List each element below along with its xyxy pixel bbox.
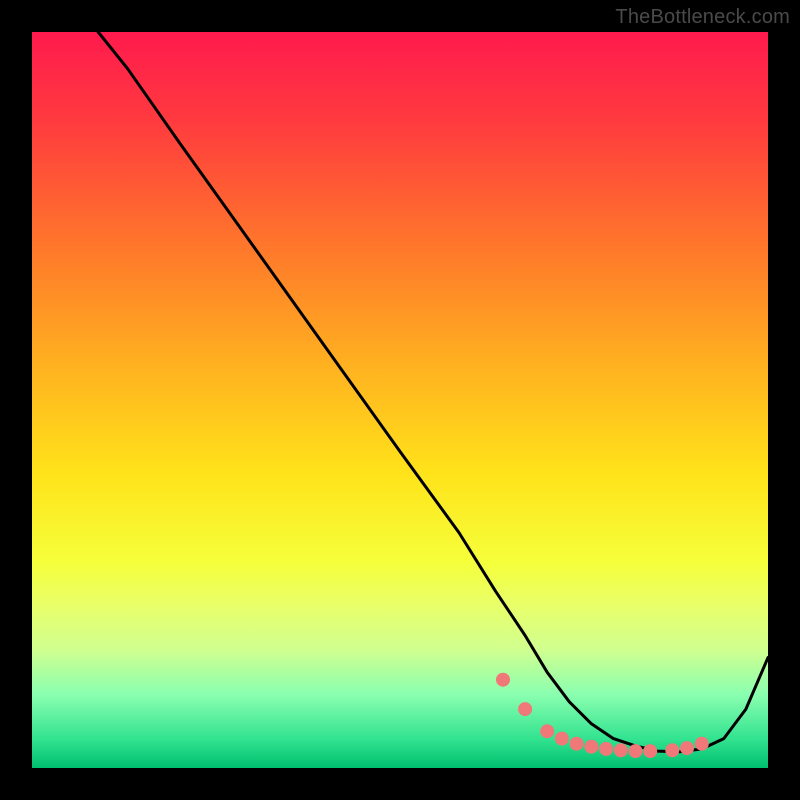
plot-area — [32, 32, 768, 768]
marker-dot — [540, 724, 554, 738]
marker-dot — [555, 732, 569, 746]
marker-dot — [518, 702, 532, 716]
marker-dot — [570, 737, 584, 751]
marker-dot — [695, 737, 709, 751]
marker-dot — [680, 741, 694, 755]
marker-dot — [629, 744, 643, 758]
marker-group — [496, 673, 709, 758]
chart-frame: TheBottleneck.com — [0, 0, 800, 800]
marker-dot — [584, 740, 598, 754]
curve-svg — [32, 32, 768, 768]
marker-dot — [496, 673, 510, 687]
marker-dot — [614, 743, 628, 757]
attribution-label: TheBottleneck.com — [615, 6, 790, 29]
marker-dot — [643, 744, 657, 758]
marker-dot — [599, 742, 613, 756]
marker-dot — [665, 743, 679, 757]
bottleneck-curve — [32, 32, 768, 752]
